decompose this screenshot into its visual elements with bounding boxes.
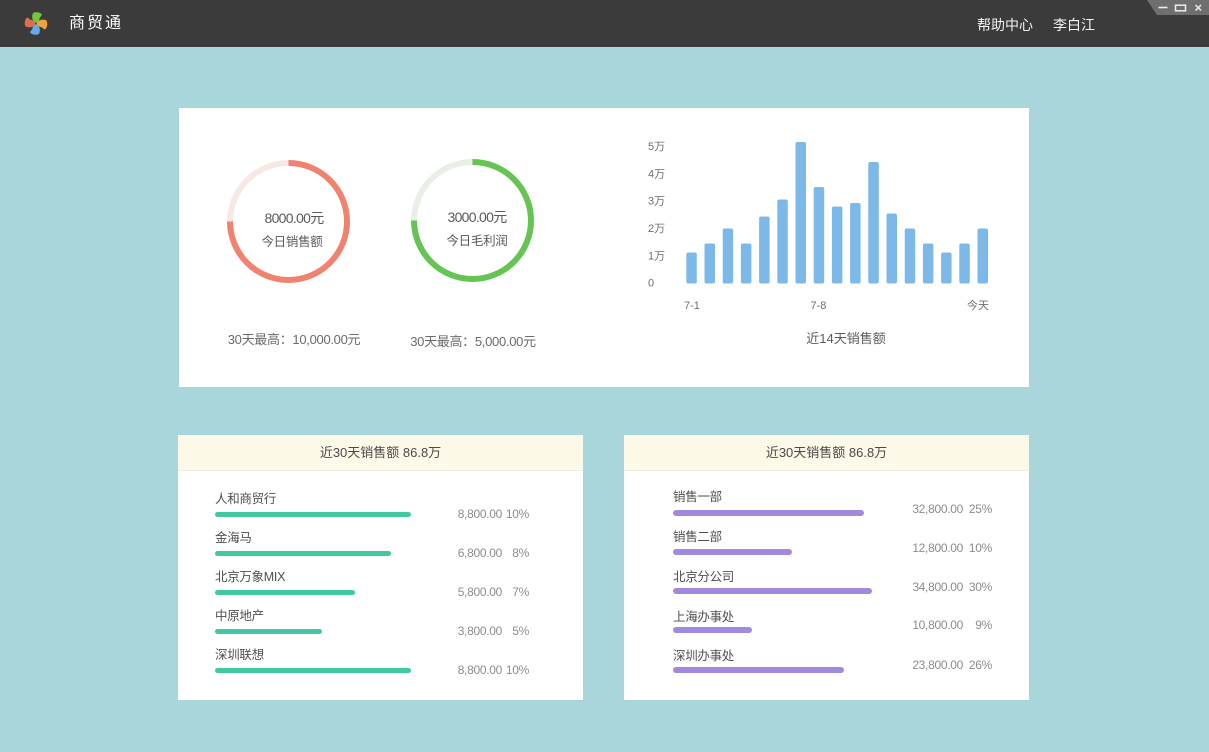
svg-text:3万: 3万 [648,196,665,208]
svg-text:5万: 5万 [648,141,665,153]
svg-text:1万: 1万 [648,250,665,262]
svg-text:0: 0 [648,278,654,290]
svg-text:2万: 2万 [648,223,665,235]
svg-text:7-1: 7-1 [684,300,700,312]
svg-text:今天: 今天 [967,298,989,312]
svg-text:7-8: 7-8 [811,300,827,312]
svg-text:4万: 4万 [648,168,665,180]
